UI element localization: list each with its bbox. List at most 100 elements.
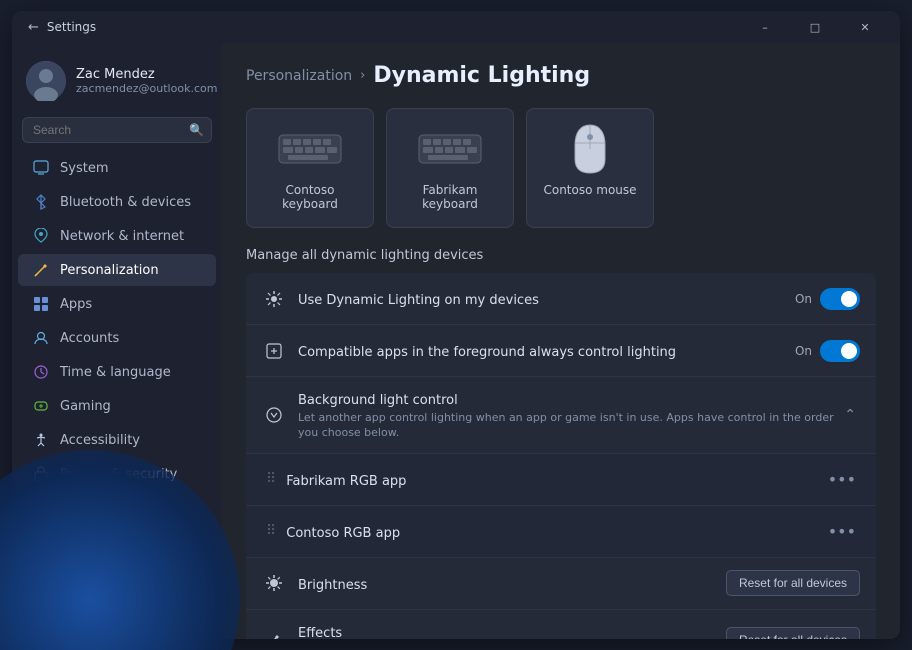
- setting-right-background-light: ⌃: [840, 407, 860, 423]
- reset-brightness-button[interactable]: Reset for all devices: [726, 570, 860, 596]
- accounts-icon: [32, 329, 50, 347]
- user-email: zacmendez@outlook.com: [76, 82, 217, 95]
- gaming-icon: [32, 397, 50, 415]
- setting-row-contoso-rgb: ⠿ Contoso RGB app •••: [246, 506, 876, 558]
- user-section[interactable]: Zac Mendez zacmendez@outlook.com: [12, 51, 222, 117]
- sidebar-item-apps[interactable]: Apps: [18, 288, 216, 320]
- setting-title-compatible-apps: Compatible apps in the foreground always…: [298, 345, 676, 360]
- compatible-apps-icon: [262, 339, 286, 363]
- sidebar-item-accounts[interactable]: Accounts: [18, 322, 216, 354]
- setting-desc-background-light: Let another app control lighting when an…: [298, 410, 840, 441]
- contoso-mouse-icon: [558, 125, 622, 173]
- toggle-use-dynamic[interactable]: [820, 288, 860, 310]
- setting-title-use-dynamic: Use Dynamic Lighting on my devices: [298, 293, 539, 308]
- toggle-compatible-apps[interactable]: [820, 340, 860, 362]
- sidebar-item-bluetooth[interactable]: Bluetooth & devices: [18, 186, 216, 218]
- contoso-keyboard-icon: [278, 125, 342, 173]
- minimize-button[interactable]: –: [742, 11, 788, 43]
- privacy-icon: [32, 465, 50, 483]
- sidebar-label-bluetooth: Bluetooth & devices: [60, 195, 191, 210]
- dynamic-lighting-icon: [262, 287, 286, 311]
- setting-title-brightness: Brightness: [298, 578, 367, 593]
- device-card-fabrikam-keyboard[interactable]: Fabrikam keyboard: [386, 108, 514, 228]
- breadcrumb-parent[interactable]: Personalization: [246, 68, 352, 84]
- window-content: Zac Mendez zacmendez@outlook.com 🔍 Syste…: [12, 43, 900, 639]
- maximize-button[interactable]: □: [792, 11, 838, 43]
- more-button-fabrikam[interactable]: •••: [824, 470, 860, 489]
- sidebar-item-accessibility[interactable]: Accessibility: [18, 424, 216, 456]
- breadcrumb: Personalization › Dynamic Lighting: [246, 63, 876, 88]
- setting-row-effects: Effects Choose color themes and effects …: [246, 610, 876, 639]
- sidebar-label-update: Windows Update: [60, 501, 169, 516]
- window-title: Settings: [47, 20, 96, 34]
- setting-title-contoso-rgb: Contoso RGB app: [286, 526, 400, 541]
- setting-text-compatible-apps: Compatible apps in the foreground always…: [298, 341, 795, 360]
- setting-text-brightness: Brightness: [298, 574, 726, 593]
- device-card-contoso-keyboard[interactable]: Contoso keyboard: [246, 108, 374, 228]
- main-content: Personalization › Dynamic Lighting: [222, 43, 900, 639]
- close-button[interactable]: ✕: [842, 11, 888, 43]
- settings-window: ← Settings – □ ✕ Zac Mendez: [12, 11, 900, 639]
- drag-handle-contoso[interactable]: ⠿: [266, 523, 276, 539]
- setting-right-brightness: Reset for all devices: [726, 570, 860, 596]
- search-input[interactable]: [22, 117, 212, 143]
- breadcrumb-current: Dynamic Lighting: [373, 63, 590, 88]
- setting-right-fabrikam-rgb: •••: [824, 470, 860, 489]
- system-icon: [32, 159, 50, 177]
- setting-text-background-light: Background light control Let another app…: [298, 389, 840, 441]
- user-name: Zac Mendez: [76, 67, 217, 82]
- sidebar-item-gaming[interactable]: Gaming: [18, 390, 216, 422]
- breadcrumb-arrow: ›: [360, 68, 365, 83]
- device-label-fabrikam-keyboard: Fabrikam keyboard: [403, 183, 497, 211]
- drag-handle-fabrikam[interactable]: ⠿: [266, 471, 276, 487]
- setting-text-contoso-rgb: Contoso RGB app: [286, 522, 823, 541]
- user-info: Zac Mendez zacmendez@outlook.com: [76, 67, 217, 95]
- sidebar-label-system: System: [60, 161, 108, 176]
- toggle-label-compatible-apps: On: [795, 344, 812, 358]
- setting-title-effects: Effects: [298, 626, 342, 639]
- sidebar-item-update[interactable]: Windows Update: [18, 492, 216, 524]
- device-card-contoso-mouse[interactable]: Contoso mouse: [526, 108, 654, 228]
- back-button[interactable]: ←: [28, 20, 39, 35]
- sidebar-item-system[interactable]: System: [18, 152, 216, 184]
- effects-icon: [262, 628, 286, 639]
- bluetooth-icon: [32, 193, 50, 211]
- collapse-button[interactable]: ⌃: [840, 407, 860, 423]
- toggle-label-use-dynamic: On: [795, 292, 812, 306]
- setting-row-background-light: Background light control Let another app…: [246, 377, 876, 454]
- network-icon: [32, 227, 50, 245]
- sidebar-label-gaming: Gaming: [60, 399, 111, 414]
- setting-text-effects: Effects Choose color themes and effects …: [298, 622, 726, 639]
- sidebar-item-personalization[interactable]: Personalization: [18, 254, 216, 286]
- setting-text-fabrikam-rgb: Fabrikam RGB app: [286, 470, 823, 489]
- setting-text-use-dynamic: Use Dynamic Lighting on my devices: [298, 289, 795, 308]
- sidebar: Zac Mendez zacmendez@outlook.com 🔍 Syste…: [12, 43, 222, 639]
- setting-right-compatible-apps: On: [795, 340, 860, 362]
- search-box: 🔍: [22, 117, 212, 143]
- setting-right-effects: Reset for all devices: [726, 627, 860, 639]
- sidebar-label-personalization: Personalization: [60, 263, 159, 278]
- device-label-contoso-mouse: Contoso mouse: [543, 183, 636, 197]
- setting-title-fabrikam-rgb: Fabrikam RGB app: [286, 474, 406, 489]
- accessibility-icon: [32, 431, 50, 449]
- search-icon: 🔍: [189, 123, 204, 137]
- sidebar-item-network[interactable]: Network & internet: [18, 220, 216, 252]
- fabrikam-keyboard-icon: [418, 125, 482, 173]
- sidebar-label-accessibility: Accessibility: [60, 433, 140, 448]
- setting-row-fabrikam-rgb: ⠿ Fabrikam RGB app •••: [246, 454, 876, 506]
- setting-row-use-dynamic: Use Dynamic Lighting on my devices On: [246, 273, 876, 325]
- personalization-icon: [32, 261, 50, 279]
- title-bar-left: ← Settings: [28, 20, 96, 35]
- sidebar-item-privacy[interactable]: Privacy & security: [18, 458, 216, 490]
- section-title: Manage all dynamic lighting devices: [246, 248, 876, 263]
- update-icon: [32, 499, 50, 517]
- reset-effects-button[interactable]: Reset for all devices: [726, 627, 860, 639]
- apps-icon: [32, 295, 50, 313]
- more-button-contoso[interactable]: •••: [824, 522, 860, 541]
- setting-row-compatible-apps: Compatible apps in the foreground always…: [246, 325, 876, 377]
- sidebar-label-time: Time & language: [60, 365, 171, 380]
- setting-title-background-light: Background light control: [298, 393, 458, 408]
- settings-list: Use Dynamic Lighting on my devices On Co…: [246, 273, 876, 639]
- sidebar-item-time[interactable]: Time & language: [18, 356, 216, 388]
- window-controls: – □ ✕: [742, 11, 888, 43]
